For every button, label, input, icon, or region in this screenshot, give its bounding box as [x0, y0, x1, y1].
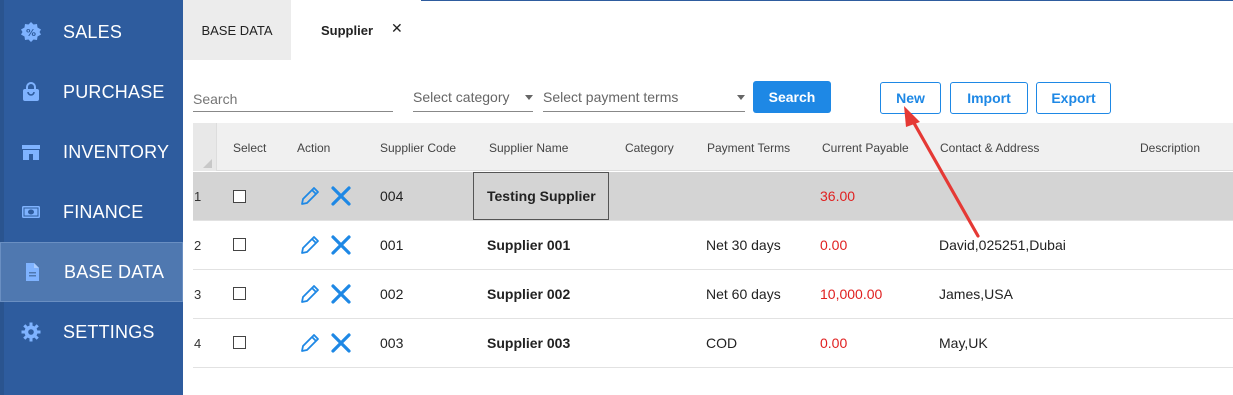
column-header-action[interactable]: Action — [297, 141, 330, 155]
row-select-checkbox[interactable] — [233, 287, 246, 300]
delete-x-icon[interactable] — [330, 283, 352, 305]
payment-terms: Net 60 days — [706, 286, 781, 302]
supplier-name: Supplier 003 — [487, 335, 571, 351]
delete-x-icon[interactable] — [330, 185, 352, 207]
document-icon — [21, 261, 43, 283]
current-payable: 0.00 — [820, 335, 848, 351]
purchase-bag-icon — [20, 81, 42, 103]
sidebar-item-label: SETTINGS — [63, 321, 155, 342]
edit-pencil-icon[interactable] — [298, 184, 322, 208]
current-payable: 10,000.00 — [820, 286, 883, 302]
row-select-checkbox[interactable] — [233, 336, 246, 349]
sidebar-item-label: INVENTORY — [63, 141, 170, 162]
search-input[interactable] — [193, 91, 393, 107]
row-number: 2 — [194, 238, 202, 253]
payment-terms: Net 30 days — [706, 237, 781, 253]
edit-pencil-icon[interactable] — [298, 331, 322, 355]
sidebar-item-inventory[interactable]: INVENTORY — [0, 122, 183, 182]
inventory-store-icon — [20, 141, 42, 163]
chevron-down-icon — [525, 95, 533, 100]
corner-triangle-icon — [203, 159, 212, 168]
supplier-code: 004 — [380, 188, 404, 204]
chevron-down-icon — [737, 95, 745, 100]
column-header-description[interactable]: Description — [1140, 141, 1200, 155]
payment-terms-select[interactable]: Select payment terms — [543, 84, 745, 112]
sidebar-item-label: FINANCE — [63, 201, 144, 222]
sidebar-item-purchase[interactable]: PURCHASE — [0, 62, 183, 122]
contact-address: James,USA — [939, 286, 1013, 302]
search-button[interactable]: Search — [753, 81, 831, 113]
supplier-code: 001 — [380, 237, 404, 253]
sales-icon: % — [20, 21, 42, 43]
row-number: 1 — [194, 189, 202, 204]
edit-pencil-icon[interactable] — [298, 233, 322, 257]
sidebar-item-label: BASE DATA — [64, 261, 165, 282]
export-button[interactable]: Export — [1036, 82, 1111, 114]
supplier-code: 002 — [380, 286, 404, 302]
supplier-name: Testing Supplier — [487, 188, 596, 204]
column-header-supplier-name[interactable]: Supplier Name — [489, 141, 568, 155]
app-window: % SALES PURCHASE INVENTORY FINANCE BASE … — [0, 0, 1233, 395]
sidebar-item-finance[interactable]: FINANCE — [0, 182, 183, 242]
finance-money-icon — [20, 201, 42, 223]
sidebar-item-sales[interactable]: % SALES — [0, 2, 183, 62]
search-field — [193, 84, 393, 112]
sidebar-item-settings[interactable]: SETTINGS — [0, 302, 183, 362]
payment-terms-select-value: Select payment terms — [543, 89, 679, 105]
svg-text:%: % — [26, 28, 36, 39]
tab-base-data[interactable]: BASE DATA — [183, 0, 291, 60]
supplier-code: 003 — [380, 335, 404, 351]
category-select[interactable]: Select category — [413, 84, 533, 112]
column-header-current-payable[interactable]: Current Payable — [822, 141, 909, 155]
supplier-name: Supplier 001 — [487, 237, 571, 253]
contact-address: David,025251,Dubai — [939, 237, 1066, 253]
current-payable: 0.00 — [820, 237, 848, 253]
column-header-supplier-code[interactable]: Supplier Code — [380, 141, 456, 155]
row-select-checkbox[interactable] — [233, 190, 246, 203]
current-payable: 36.00 — [820, 188, 856, 204]
column-header-contact-address[interactable]: Contact & Address — [940, 141, 1039, 155]
sidebar: % SALES PURCHASE INVENTORY FINANCE BASE … — [0, 0, 183, 395]
contact-address: May,UK — [939, 335, 988, 351]
edit-pencil-icon[interactable] — [298, 282, 322, 306]
row-number-header — [193, 123, 217, 171]
close-tab-icon[interactable]: ✕ — [391, 20, 403, 37]
category-select-value: Select category — [413, 89, 510, 105]
supplier-name: Supplier 002 — [487, 286, 571, 302]
column-header-select[interactable]: Select — [233, 141, 266, 155]
row-number: 3 — [194, 287, 202, 302]
sidebar-item-label: PURCHASE — [63, 81, 165, 102]
gear-icon — [20, 321, 42, 343]
delete-x-icon[interactable] — [330, 234, 352, 256]
sidebar-item-base-data[interactable]: BASE DATA — [0, 242, 183, 302]
new-button[interactable]: New — [880, 82, 941, 114]
column-header-category[interactable]: Category — [625, 141, 674, 155]
column-header-payment-terms[interactable]: Payment Terms — [707, 141, 790, 155]
delete-x-icon[interactable] — [330, 332, 352, 354]
row-number: 4 — [194, 336, 202, 351]
sidebar-item-label: SALES — [63, 21, 123, 42]
payment-terms: COD — [706, 335, 738, 351]
import-button[interactable]: Import — [950, 82, 1028, 114]
row-select-checkbox[interactable] — [233, 238, 246, 251]
